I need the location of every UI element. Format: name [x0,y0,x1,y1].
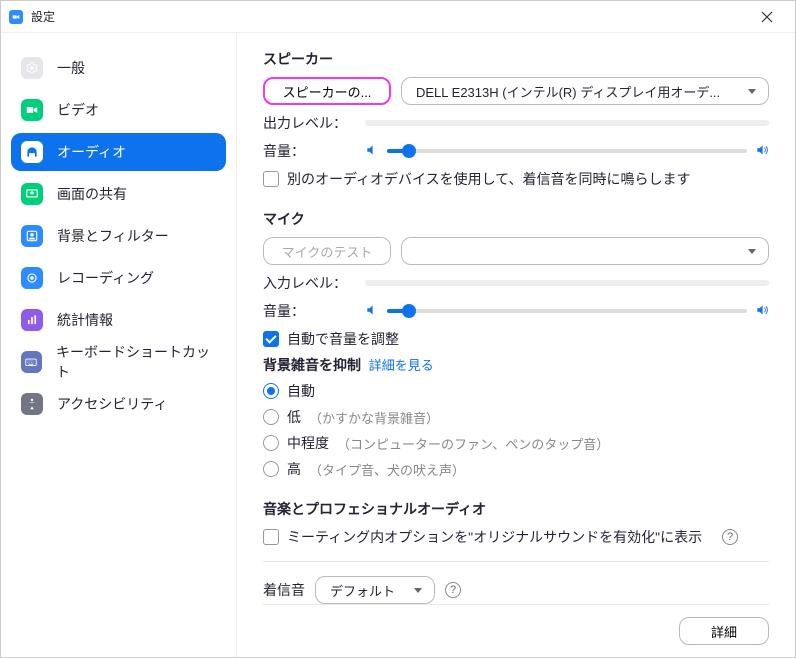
sidebar-item-label: 画面の共有 [57,184,127,204]
settings-window: 設定 一般 ビデオ オーディオ 画面の共有 [0,0,796,658]
body: 一般 ビデオ オーディオ 画面の共有 背景とフィルター レコーディング [1,33,795,657]
gear-icon [21,57,43,79]
noise-mid-hint: （コンピューターのファン、ペンのタップ音） [337,434,609,453]
mic-volume-slider[interactable] [387,301,747,321]
original-sound-label: ミーティング内オプションを"オリジナルサウンドを有効化"に表示 [287,527,702,547]
sidebar-item-label: アクセシビリティ [57,394,167,414]
noise-mid-radio[interactable] [263,435,279,451]
noise-auto-label: 自動 [287,381,315,401]
sidebar-item-accessibility[interactable]: アクセシビリティ [11,385,226,423]
background-icon [21,225,43,247]
auto-adjust-volume-label: 自動で音量を調整 [287,329,399,349]
music-audio-title: 音楽とプロフェショナルオーディオ [263,499,769,519]
test-speaker-button[interactable]: スピーカーの... [263,77,391,105]
sidebar-item-label: レコーディング [57,268,154,288]
window-title: 設定 [31,8,55,25]
volume-high-icon [755,303,769,320]
noise-low-hint: （かすかな背景雑音） [309,408,439,427]
noise-auto-radio[interactable] [263,383,279,399]
mic-title: マイク [263,209,769,229]
speaker-device-value: DELL E2313H (インテル(R) ディスプレイ用オーデ... [416,82,720,101]
volume-low-icon [365,143,379,160]
content-panel: スピーカー スピーカーの... DELL E2313H (インテル(R) ディス… [237,33,795,657]
sidebar-item-general[interactable]: 一般 [11,49,226,87]
output-level-label: 出力レベル： [263,113,355,133]
noise-suppression-detail-link[interactable]: 詳細を見る [369,358,434,373]
noise-low-radio[interactable] [263,409,279,425]
close-icon [761,11,773,23]
ringtone-value: デフォルト [330,581,395,600]
headphones-icon [21,141,43,163]
sidebar-item-label: 背景とフィルター [57,226,169,246]
volume-high-icon [755,143,769,160]
keyboard-icon [21,351,42,373]
noise-mid-label: 中程度 [287,433,329,453]
titlebar: 設定 [1,1,795,33]
sidebar: 一般 ビデオ オーディオ 画面の共有 背景とフィルター レコーディング [1,33,237,657]
sidebar-item-recording[interactable]: レコーディング [11,259,226,297]
speaker-title: スピーカー [263,49,769,69]
sidebar-item-background[interactable]: 背景とフィルター [11,217,226,255]
sidebar-item-video[interactable]: ビデオ [11,91,226,129]
help-icon[interactable]: ? [445,582,461,598]
noise-high-radio[interactable] [263,461,279,477]
noise-high-hint: （タイプ音、犬の吠え声） [309,460,465,479]
input-level-meter [365,280,769,286]
share-screen-icon [21,183,43,205]
separate-ringtone-checkbox[interactable] [263,171,279,187]
video-icon [21,99,43,121]
sidebar-item-label: 一般 [57,58,85,78]
speaker-device-select[interactable]: DELL E2313H (インテル(R) ディスプレイ用オーデ... [401,77,769,105]
separator [263,561,769,562]
noise-high-label: 高 [287,459,301,479]
auto-adjust-volume-checkbox[interactable] [263,331,279,347]
mic-device-select[interactable] [401,237,769,265]
sidebar-item-label: 統計情報 [57,310,113,330]
output-level-meter [365,120,769,126]
stats-icon [21,309,43,331]
help-icon[interactable]: ? [722,529,738,545]
sidebar-item-label: オーディオ [57,142,126,162]
ringtone-label: 着信音 [263,580,305,600]
input-level-label: 入力レベル： [263,273,355,293]
record-icon [21,267,43,289]
accessibility-icon [21,393,43,415]
noise-suppression-title: 背景雑音を抑制 [263,357,361,373]
sidebar-item-stats[interactable]: 統計情報 [11,301,226,339]
app-icon [9,10,23,24]
sidebar-item-label: ビデオ [57,100,99,120]
speaker-volume-slider[interactable] [387,141,747,161]
mic-volume-label: 音量： [263,301,355,321]
separate-ringtone-label: 別のオーディオデバイスを使用して、着信音を同時に鳴らします [287,169,690,189]
close-button[interactable] [747,1,787,32]
sidebar-item-keyboard[interactable]: キーボードショートカット [11,343,226,381]
advanced-button[interactable]: 詳細 [679,617,769,645]
test-mic-button[interactable]: マイクのテスト [263,237,391,265]
sidebar-item-label: キーボードショートカット [56,342,216,382]
sidebar-item-share[interactable]: 画面の共有 [11,175,226,213]
sidebar-item-audio[interactable]: オーディオ [11,133,226,171]
speaker-volume-label: 音量： [263,141,355,161]
ringtone-select[interactable]: デフォルト [315,576,435,604]
volume-low-icon [365,303,379,320]
footer: 詳細 [263,604,769,657]
noise-low-label: 低 [287,407,301,427]
original-sound-checkbox[interactable] [263,529,279,545]
